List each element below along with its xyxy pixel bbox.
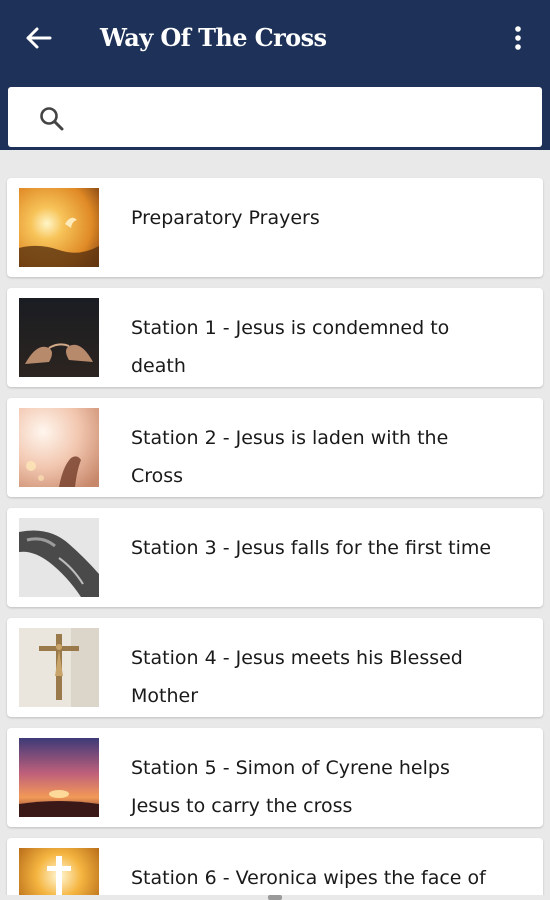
- list-item-label: Station 6 - Veronica wipes the face of: [131, 867, 486, 889]
- overflow-menu-button[interactable]: [500, 18, 536, 58]
- more-vertical-icon: [515, 26, 521, 50]
- list-item-station-4[interactable]: Station 4 - Jesus meets his Blessed Moth…: [7, 618, 543, 717]
- arrow-left-icon: [26, 27, 52, 49]
- stations-list: Preparatory Prayers Station 1 - Jesus is…: [0, 150, 550, 895]
- scroll-indicator: [268, 895, 282, 900]
- list-item-station-3[interactable]: Station 3 - Jesus falls for the first ti…: [7, 508, 543, 607]
- list-item-station-2[interactable]: Station 2 - Jesus is laden with the Cros…: [7, 398, 543, 497]
- list-item-label: Preparatory Prayers: [131, 207, 320, 229]
- list-item-station-5[interactable]: Station 5 - Simon of Cyrene helps Jesus …: [7, 728, 543, 827]
- list-item-label: Station 5 - Simon of Cyrene helps Jesus …: [131, 757, 450, 817]
- thumbnail-image: [19, 738, 99, 817]
- list-item-preparatory-prayers[interactable]: Preparatory Prayers: [7, 178, 543, 277]
- thumbnail-image: [19, 408, 99, 487]
- back-button[interactable]: [18, 20, 58, 56]
- page-title: Way Of The Cross: [100, 23, 327, 52]
- search-input[interactable]: [78, 97, 532, 139]
- thumbnail-image: [19, 848, 99, 895]
- list-item-label: Station 1 - Jesus is condemned to death: [131, 317, 450, 377]
- list-item-station-1[interactable]: Station 1 - Jesus is condemned to death: [7, 288, 543, 387]
- thumbnail-image: [19, 298, 99, 377]
- list-item-label: Station 3 - Jesus falls for the first ti…: [131, 537, 492, 559]
- list-item-label: Station 2 - Jesus is laden with the Cros…: [131, 427, 449, 487]
- thumbnail-image: [19, 188, 99, 267]
- list-item-station-6[interactable]: Station 6 - Veronica wipes the face of: [7, 838, 543, 895]
- app-bar: Way Of The Cross: [0, 0, 550, 150]
- list-item-label: Station 4 - Jesus meets his Blessed Moth…: [131, 647, 463, 707]
- search-bar[interactable]: [8, 87, 542, 147]
- thumbnail-image: [19, 518, 99, 597]
- search-icon: [40, 107, 64, 131]
- thumbnail-image: [19, 628, 99, 707]
